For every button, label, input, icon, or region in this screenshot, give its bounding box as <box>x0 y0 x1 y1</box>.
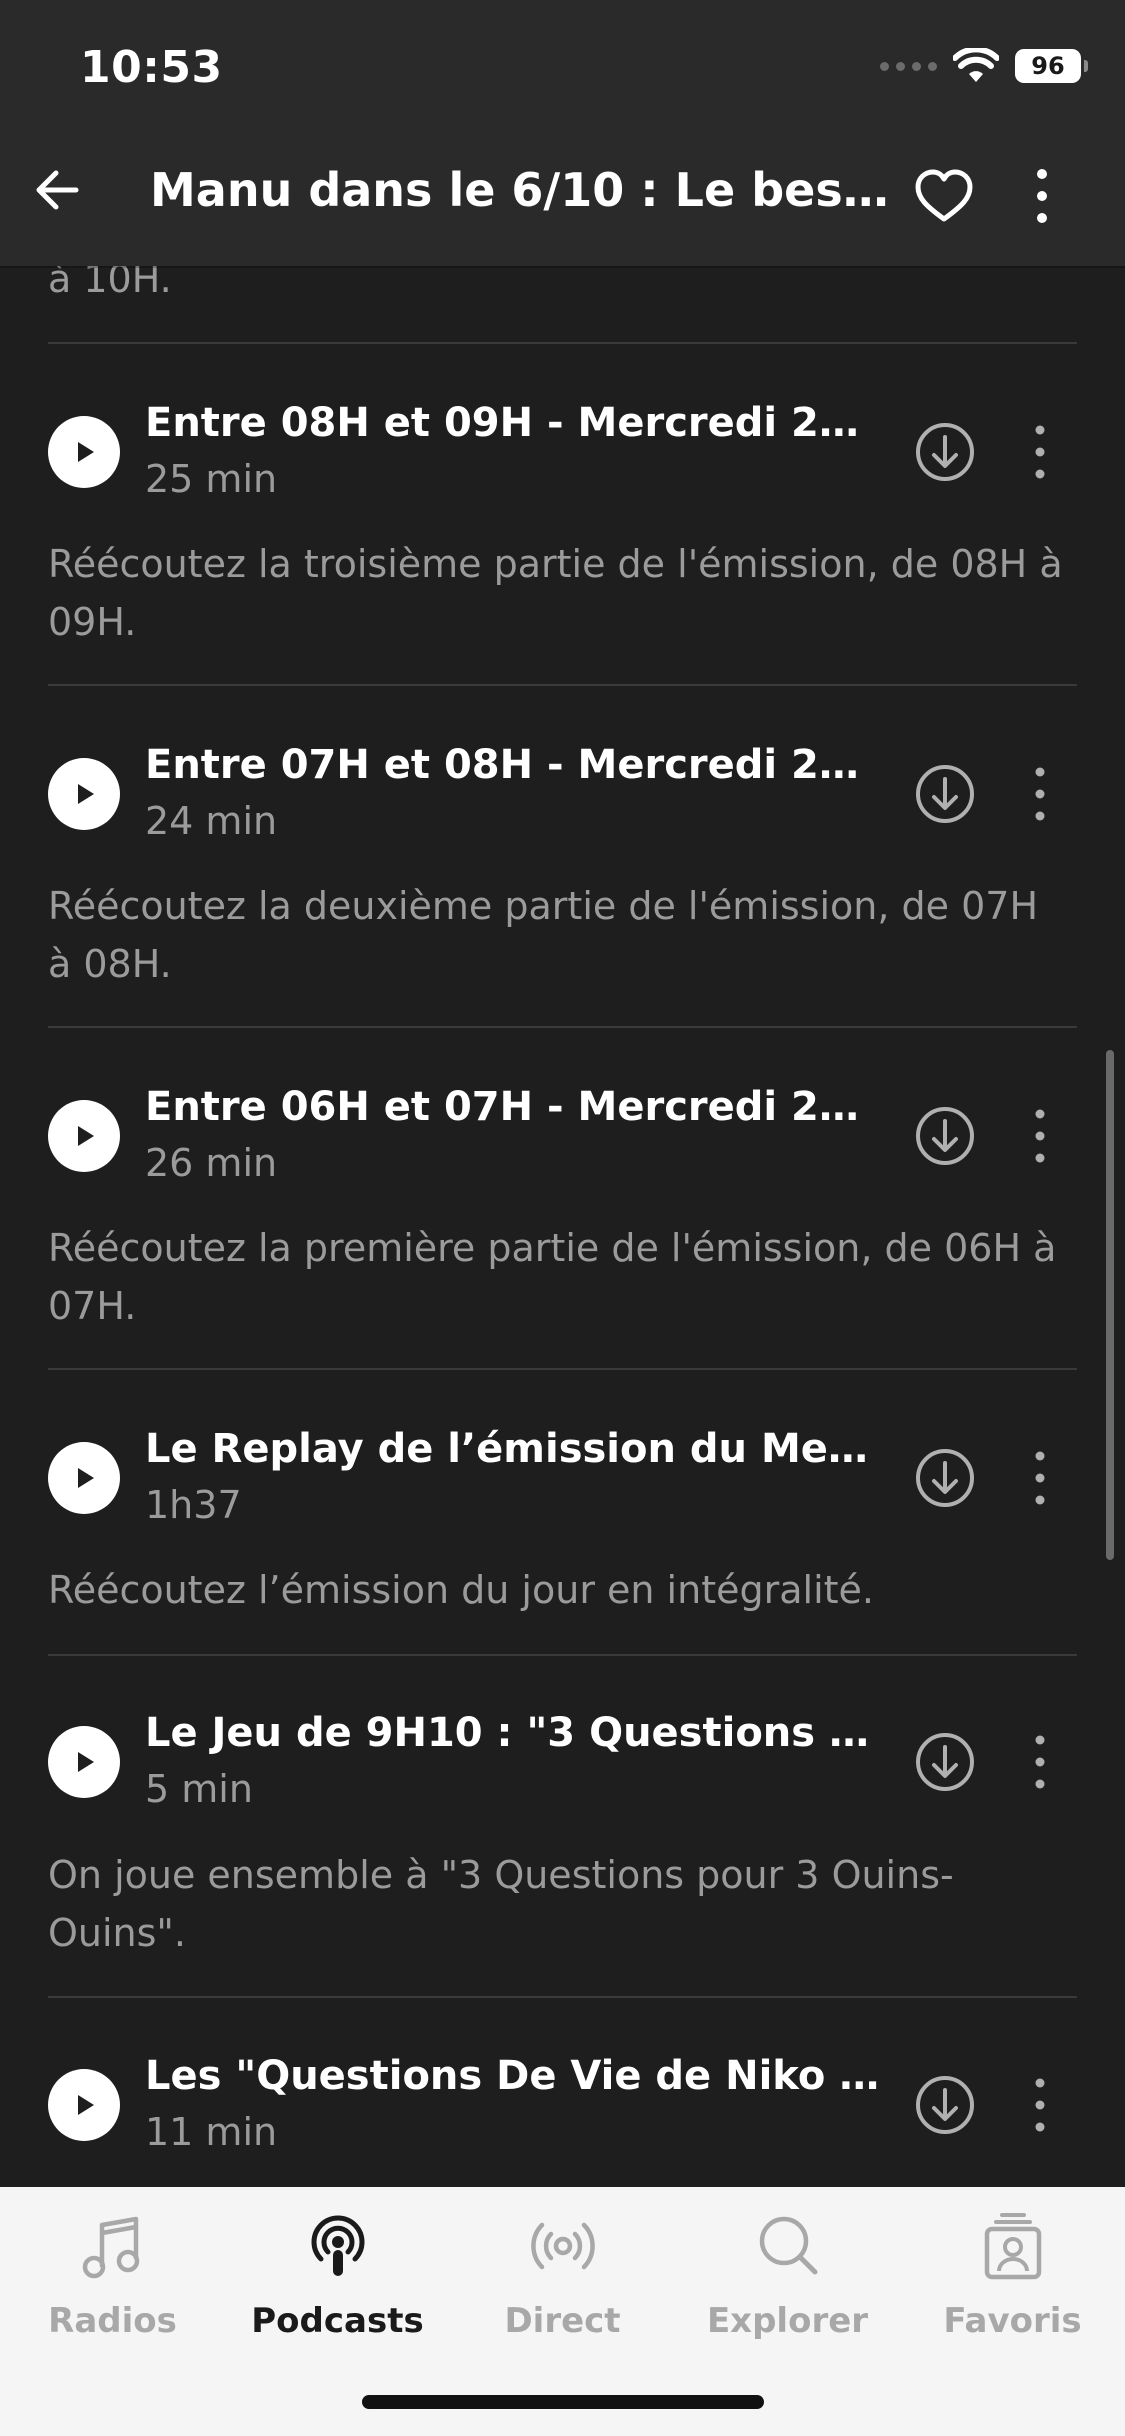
play-icon <box>78 1468 94 1488</box>
play-button[interactable] <box>48 758 120 830</box>
wifi-icon <box>953 48 999 82</box>
tab-label: Podcasts <box>251 2301 424 2341</box>
episode-title[interactable]: Entre 07H et 08H - Mercredi 27 Novembre <box>145 738 880 792</box>
list-divider <box>48 1654 1077 1656</box>
battery-indicator: 96 <box>1015 49 1088 83</box>
episode-duration: 1h37 <box>145 1483 242 1527</box>
play-icon <box>78 2095 94 2115</box>
back-arrow-icon[interactable] <box>28 160 88 220</box>
episode-description: Réécoutez la troisième partie de l'émiss… <box>48 542 1063 644</box>
play-icon <box>78 784 94 804</box>
download-icon[interactable] <box>914 763 976 825</box>
more-vertical-icon[interactable] <box>1028 1106 1052 1166</box>
list-divider <box>48 1996 1077 1998</box>
episode-description: On joue ensemble à "3 Questions pour 3 O… <box>48 1853 954 1955</box>
tab-direct[interactable]: Direct <box>450 2209 675 2359</box>
more-vertical-icon[interactable] <box>1028 422 1052 482</box>
more-vertical-icon[interactable] <box>1028 1732 1052 1792</box>
episode-duration: 5 min <box>145 1767 253 1811</box>
download-icon[interactable] <box>914 1105 976 1167</box>
play-icon <box>78 1752 94 1772</box>
podcast-icon <box>311 2215 364 2276</box>
tab-podcasts[interactable]: Podcasts <box>225 2209 450 2359</box>
broadcast-icon <box>530 2222 595 2270</box>
favorites-icon <box>984 2213 1041 2280</box>
episode-description: Réécoutez la première partie de l'émissi… <box>48 1226 1057 1328</box>
page: 10:53 96 Manu dans le 6/10 : Le best-of … <box>0 0 1125 2436</box>
status-time: 10:53 <box>80 42 223 93</box>
list-divider <box>48 1026 1077 1028</box>
tab-label: Radios <box>48 2301 177 2341</box>
page-title: Manu dans le 6/10 : Le best-of <box>150 163 890 217</box>
play-button[interactable] <box>48 1442 120 1514</box>
play-button[interactable] <box>48 1726 120 1798</box>
tab-explorer[interactable]: Explorer <box>675 2209 900 2359</box>
play-button[interactable] <box>48 1100 120 1172</box>
more-vertical-icon[interactable] <box>1028 2075 1052 2135</box>
episode-duration: 24 min <box>145 799 278 843</box>
download-icon[interactable] <box>914 1447 976 1509</box>
episode-title[interactable]: Entre 08H et 09H - Mercredi 27 Novembre <box>145 396 880 450</box>
download-icon[interactable] <box>914 2074 976 2136</box>
list-divider <box>48 1368 1077 1370</box>
status-icons: 96 <box>880 48 1088 84</box>
music-note-icon <box>82 2216 139 2279</box>
tab-label: Direct <box>504 2301 621 2341</box>
episode-title[interactable]: Entre 06H et 07H - Mercredi 27 Novembre <box>145 1080 880 1134</box>
heart-icon[interactable] <box>912 166 976 226</box>
episode-duration: 11 min <box>145 2110 278 2154</box>
tab-radios[interactable]: Radios <box>0 2209 225 2359</box>
episode-title[interactable]: Le Replay de l’émission du Mercredi 27 N… <box>145 1422 880 1476</box>
list-divider <box>48 342 1077 344</box>
download-icon[interactable] <box>914 421 976 483</box>
tab-favoris[interactable]: Favoris <box>900 2209 1125 2359</box>
list-divider <box>48 684 1077 686</box>
tab-label: Explorer <box>706 2301 869 2341</box>
episode-description: Réécoutez la deuxième partie de l'émissi… <box>48 884 1039 986</box>
more-vertical-icon[interactable] <box>1028 764 1052 824</box>
cellular-signal-icon <box>880 61 937 71</box>
home-indicator <box>362 2395 764 2409</box>
tab-label: Favoris <box>943 2301 1082 2341</box>
episode-duration: 25 min <box>145 457 278 501</box>
search-icon <box>759 2216 817 2275</box>
play-button[interactable] <box>48 2069 120 2141</box>
play-icon <box>78 1126 94 1146</box>
more-vertical-icon[interactable] <box>1020 164 1064 228</box>
play-icon <box>78 442 94 462</box>
scrollbar[interactable] <box>1106 1050 1114 1560</box>
top-bar: 10:53 96 Manu dans le 6/10 : Le best-of <box>0 0 1125 266</box>
episode-duration: 26 min <box>145 1141 278 1185</box>
more-vertical-icon[interactable] <box>1028 1448 1052 1508</box>
episode-description: Réécoutez l’émission du jour en intégral… <box>48 1568 874 1612</box>
episode-title[interactable]: Le Jeu de 9H10 : "3 Questions pour 3 Oui… <box>145 1706 880 1760</box>
play-button[interactable] <box>48 416 120 488</box>
download-icon[interactable] <box>914 1731 976 1793</box>
episode-title[interactable]: Les "Questions De Vie de Niko " du Mercr… <box>145 2049 880 2103</box>
